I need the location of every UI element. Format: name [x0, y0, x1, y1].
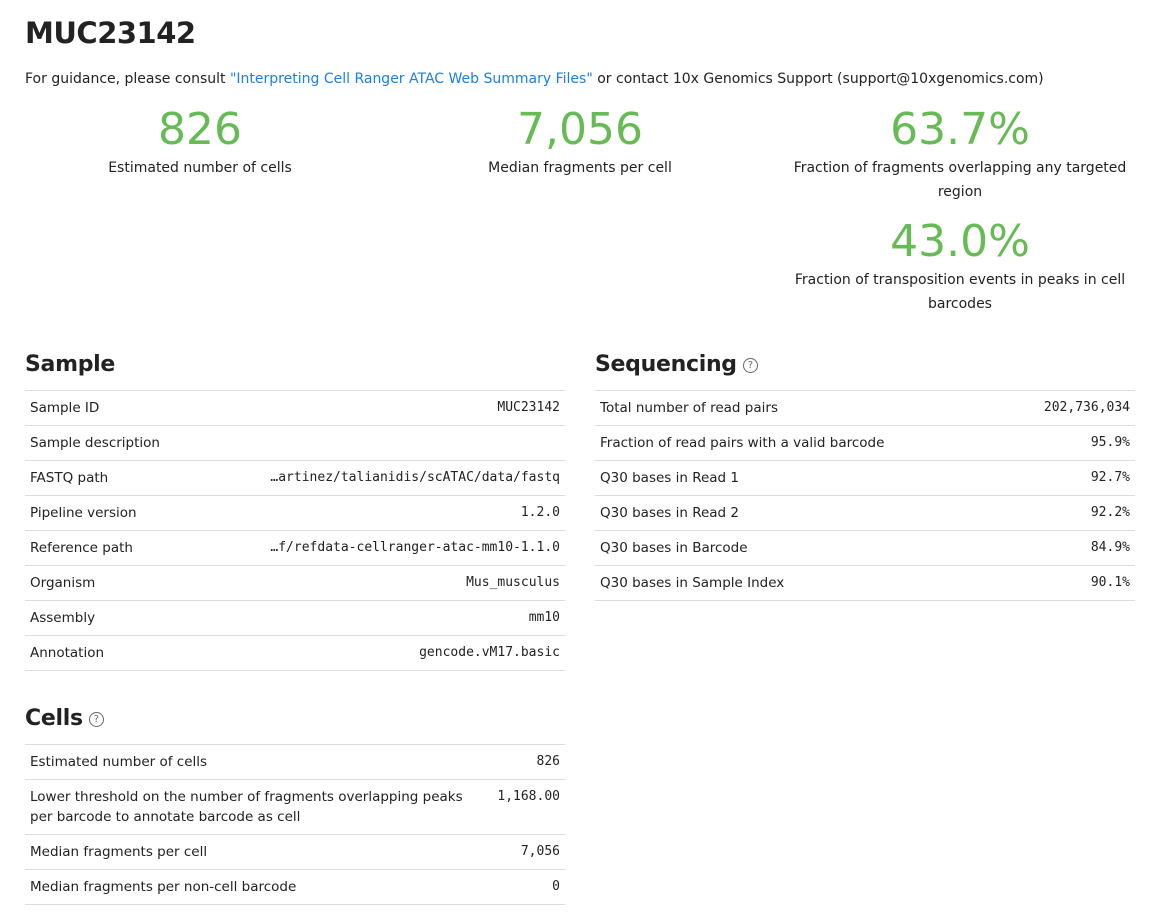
row-label: Q30 bases in Sample Index: [595, 565, 1003, 601]
row-value: mm10: [196, 600, 565, 636]
help-icon[interactable]: ?: [88, 711, 104, 727]
row-value: Mus_musculus: [196, 565, 565, 601]
table-row: Median fragments per cell 7,056: [25, 834, 565, 870]
row-label: Sample ID: [25, 390, 197, 426]
sequencing-title: Sequencing: [595, 352, 737, 377]
sequencing-table: Total number of read pairs 202,736,034 Fra…: [595, 390, 1135, 601]
row-value: gencode.vM17.basic: [196, 635, 565, 671]
metric-median-fragments: 7,056 Median fragments per cell: [405, 104, 755, 180]
table-row: FASTQ path …artinez/talianidis/scATAC/dat…: [25, 460, 565, 496]
guidance-suffix: or contact 10x Genomics Support (support…: [592, 71, 1044, 87]
table-row: Sample ID MUC23142: [25, 390, 565, 426]
row-value: 1.2.0: [196, 495, 565, 531]
table-row: Sample description: [25, 425, 565, 461]
row-value: …f/refdata-cellranger-atac-mm10-1.1.0: [196, 530, 565, 566]
row-value: 1,168.00: [492, 779, 565, 835]
row-value: 90.1%: [1002, 565, 1135, 601]
row-value: 92.7%: [1002, 460, 1135, 496]
table-row: Q30 bases in Barcode 84.9%: [595, 530, 1135, 566]
help-icon[interactable]: ?: [742, 357, 758, 373]
sample-section: Sample Sample ID MUC23142 Sample descripti…: [25, 342, 565, 671]
row-value: …artinez/talianidis/scATAC/data/fastq: [196, 460, 565, 496]
table-row: Estimated number of cells 826: [25, 744, 565, 780]
row-label: Estimated number of cells: [25, 744, 493, 780]
metric-label: Median fragments per cell: [488, 160, 672, 176]
row-label: Q30 bases in Barcode: [595, 530, 1003, 566]
sequencing-heading: Sequencing?: [595, 342, 1135, 388]
table-row: Organism Mus_musculus: [25, 565, 565, 601]
table-row: Q30 bases in Sample Index 90.1%: [595, 565, 1135, 601]
metric-value: 63.7%: [890, 104, 1030, 155]
row-label: Q30 bases in Read 1: [595, 460, 1003, 496]
metric-label: Estimated number of cells: [108, 160, 292, 176]
row-label: Median fragments per non-cell barcode: [25, 869, 493, 905]
row-label: Reference path: [25, 530, 197, 566]
row-value: 202,736,034: [1002, 390, 1135, 426]
guidance-text: For guidance, please consult "Interpreti…: [25, 71, 1044, 87]
metric-label: Fraction of fragments overlapping any ta…: [793, 160, 1127, 200]
metric-cells: 826 Estimated number of cells: [25, 104, 375, 180]
row-label: Assembly: [25, 600, 197, 636]
metric-fraction-targeted: 63.7% Fraction of fragments overlapping a…: [785, 104, 1135, 204]
cells-section: Cells? Estimated number of cells 826 Lower…: [25, 696, 565, 905]
row-label: Q30 bases in Read 2: [595, 495, 1003, 531]
guidance-prefix: For guidance, please consult: [25, 71, 230, 87]
row-value: MUC23142: [196, 390, 565, 426]
page-title: MUC23142: [25, 16, 196, 50]
row-label: Total number of read pairs: [595, 390, 1003, 426]
sample-table: Sample ID MUC23142 Sample description FASTQ…: [25, 390, 565, 671]
row-label: Median fragments per cell: [25, 834, 493, 870]
sample-heading: Sample: [25, 352, 116, 377]
metric-value: 43.0%: [890, 216, 1030, 267]
cells-title: Cells: [25, 706, 83, 731]
row-label: Fraction of read pairs with a valid barc…: [595, 425, 1003, 461]
table-row: Q30 bases in Read 2 92.2%: [595, 495, 1135, 531]
row-label: FASTQ path: [25, 460, 197, 496]
sequencing-section: Sequencing? Total number of read pairs 20…: [595, 342, 1135, 601]
row-label: Lower threshold on the number of fragmen…: [25, 779, 493, 835]
row-label: Sample description: [25, 425, 197, 461]
metric-value: 7,056: [517, 104, 643, 155]
table-row: Lower threshold on the number of fragmen…: [25, 779, 565, 835]
row-label: Pipeline version: [25, 495, 197, 531]
cells-heading: Cells?: [25, 696, 565, 742]
cells-table: Estimated number of cells 826 Lower thresh…: [25, 744, 565, 905]
table-row: Fraction of read pairs with a valid barc…: [595, 425, 1135, 461]
metric-label: Fraction of transposition events in peak…: [794, 272, 1126, 312]
table-row: Reference path …f/refdata-cellranger-atac…: [25, 530, 565, 566]
guidance-link[interactable]: "Interpreting Cell Ranger ATAC Web Summa…: [230, 71, 593, 87]
row-value: 826: [492, 744, 565, 780]
table-row: Pipeline version 1.2.0: [25, 495, 565, 531]
table-row: Median fragments per non-cell barcode 0: [25, 869, 565, 905]
row-value: 95.9%: [1002, 425, 1135, 461]
metric-value: 826: [158, 104, 242, 155]
table-row: Assembly mm10: [25, 600, 565, 636]
table-row: Annotation gencode.vM17.basic: [25, 635, 565, 671]
row-label: Annotation: [25, 635, 197, 671]
row-value: 0: [492, 869, 565, 905]
table-row: Total number of read pairs 202,736,034: [595, 390, 1135, 426]
metric-fraction-peaks: 43.0% Fraction of transposition events in…: [785, 216, 1135, 316]
table-row: Q30 bases in Read 1 92.7%: [595, 460, 1135, 496]
row-value: 84.9%: [1002, 530, 1135, 566]
row-value: 7,056: [492, 834, 565, 870]
row-value: [196, 425, 565, 461]
row-label: Organism: [25, 565, 197, 601]
row-value: 92.2%: [1002, 495, 1135, 531]
